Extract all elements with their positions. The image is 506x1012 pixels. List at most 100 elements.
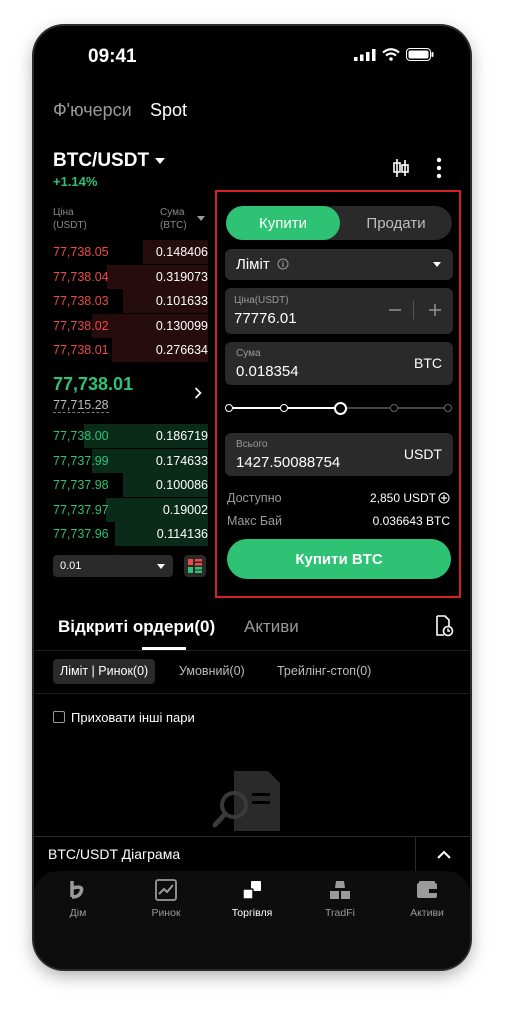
pair-selector[interactable]: BTC/USDT (53, 150, 166, 172)
divider (415, 837, 416, 871)
buy-btc-button[interactable]: Купити BTC (227, 539, 451, 579)
slider-thumb[interactable] (334, 402, 347, 415)
ask-price: 77,738.04 (53, 269, 109, 284)
precision-select[interactable]: 0.01 (53, 555, 173, 577)
nav-home[interactable]: Дім (43, 879, 113, 919)
amount-unit: BTC (414, 355, 442, 371)
trade-icon (242, 881, 261, 900)
slider-stop-0[interactable] (225, 404, 233, 412)
amount-field-label: Сума (236, 348, 261, 359)
ask-row[interactable]: 77,738.05 0.148406 (53, 240, 208, 264)
wallet-icon (417, 881, 437, 898)
precision-value: 0.01 (60, 560, 82, 572)
nav-market-label: Ринок (151, 907, 181, 919)
price-field[interactable]: Ціна(USDT) 77776.01 (225, 288, 453, 334)
ask-amount: 0.276634 (155, 343, 208, 357)
market-icon (155, 879, 177, 901)
bid-price: 77,737.98 (53, 478, 109, 492)
status-icons (354, 48, 434, 61)
price-field-label: Ціна(USDT) (234, 295, 289, 306)
bid-price: 77,738.00 (53, 429, 109, 443)
chevron-down-icon (155, 157, 166, 164)
available-value: 2,850 USDT (369, 491, 436, 505)
ask-row[interactable]: 77,738.04 0.319073 (53, 264, 208, 289)
bid-amount: 0.100086 (155, 478, 208, 492)
ask-amount: 0.148406 (155, 245, 208, 259)
order-type-select[interactable]: Ліміт (225, 249, 453, 280)
filter-trailing-stop[interactable]: Трейлінг-стоп(0) (277, 659, 371, 684)
hide-pairs-label: Приховати інші пари (71, 710, 195, 725)
bid-row[interactable]: 77,737.96 0.114136 (53, 522, 208, 546)
amount-column-header: Сума (BTC) (160, 207, 187, 231)
add-circle-icon[interactable] (438, 492, 450, 504)
ask-amount: 0.101633 (155, 294, 208, 308)
buy-tab[interactable]: Купити (226, 206, 340, 240)
amount-unit-caret-icon[interactable] (197, 216, 205, 221)
order-type-value: Ліміт (236, 256, 270, 273)
bid-price: 77,737.99 (53, 453, 109, 468)
bottom-nav: Дім Ринок Торгівля TradFi Активи (34, 871, 470, 969)
info-icon[interactable] (277, 258, 289, 270)
ask-row[interactable]: 77,738.02 0.130099 (53, 313, 208, 338)
bid-amount: 0.186719 (155, 429, 208, 443)
bid-row[interactable]: 77,737.97 0.19002 (53, 497, 208, 522)
tab-futures[interactable]: Ф'ючерси (53, 100, 132, 121)
tradfi-icon (330, 881, 350, 899)
status-time: 09:41 (88, 46, 137, 67)
chart-bar-label[interactable]: BTC/USDT Діаграма (48, 846, 180, 862)
nav-assets[interactable]: Активи (392, 879, 462, 919)
more-icon[interactable] (436, 157, 442, 179)
divider (34, 836, 470, 837)
ask-row[interactable]: 77,738.03 0.101633 (53, 289, 208, 313)
bid-price: 77,737.97 (53, 502, 109, 517)
bid-row[interactable]: 77,738.00 0.186719 (53, 424, 208, 448)
mark-price: 77,715.28 (53, 398, 109, 413)
tab-spot[interactable]: Spot (150, 100, 187, 121)
tab-open-orders[interactable]: Відкриті ордери(0) (58, 617, 215, 637)
empty-orders-icon (212, 771, 280, 831)
total-field-label: Всього (236, 439, 268, 450)
bid-amount: 0.174633 (155, 453, 208, 468)
order-history-icon[interactable] (434, 615, 454, 637)
price-field-value: 77776.01 (234, 310, 297, 327)
divider (34, 693, 470, 694)
ask-row[interactable]: 77,738.01 0.276634 (53, 338, 208, 362)
amount-field[interactable]: Сума 0.018354 BTC (225, 342, 453, 385)
total-field[interactable]: Всього 1427.50088754 USDT (225, 433, 453, 476)
chevron-down-icon (157, 564, 165, 569)
filter-conditional[interactable]: Умовний(0) (179, 659, 245, 684)
slider-stop-25[interactable] (280, 404, 288, 412)
slider-stop-75[interactable] (390, 404, 398, 412)
amount-slider[interactable] (225, 398, 452, 418)
slider-stop-100[interactable] (444, 404, 452, 412)
stepper-divider (413, 301, 414, 319)
hide-pairs-checkbox[interactable] (53, 711, 65, 723)
max-buy-label: Макс Бай (227, 514, 282, 528)
orderbook-view-button[interactable] (184, 555, 206, 577)
signal-icon (354, 48, 376, 61)
minus-icon[interactable] (389, 304, 401, 316)
battery-icon (406, 48, 434, 61)
nav-tradfi-label: TradFi (325, 907, 355, 919)
home-icon (70, 881, 84, 899)
bid-row[interactable]: 77,737.98 0.100086 (53, 473, 208, 497)
bid-price: 77,737.96 (53, 527, 109, 541)
bid-row[interactable]: 77,737.99 0.174633 (53, 448, 208, 473)
nav-trade[interactable]: Торгівля (217, 879, 287, 919)
price-change: +1.14% (53, 174, 98, 189)
filter-limit-market[interactable]: Ліміт | Ринок(0) (53, 659, 156, 684)
nav-trade-label: Торгівля (231, 907, 273, 919)
ask-price: 77,738.02 (53, 318, 109, 333)
nav-market[interactable]: Ринок (131, 879, 201, 919)
sell-tab[interactable]: Продати (340, 206, 452, 240)
pair-name: BTC/USDT (53, 150, 150, 171)
bid-amount: 0.19002 (162, 502, 208, 517)
chevron-right-icon[interactable] (194, 387, 202, 399)
nav-tradfi[interactable]: TradFi (305, 879, 375, 919)
plus-icon[interactable] (429, 304, 441, 316)
candlestick-icon[interactable] (391, 158, 411, 178)
tab-assets[interactable]: Активи (244, 617, 299, 637)
divider (34, 650, 470, 651)
chevron-up-icon[interactable] (437, 850, 451, 859)
ask-amount: 0.319073 (155, 269, 208, 284)
